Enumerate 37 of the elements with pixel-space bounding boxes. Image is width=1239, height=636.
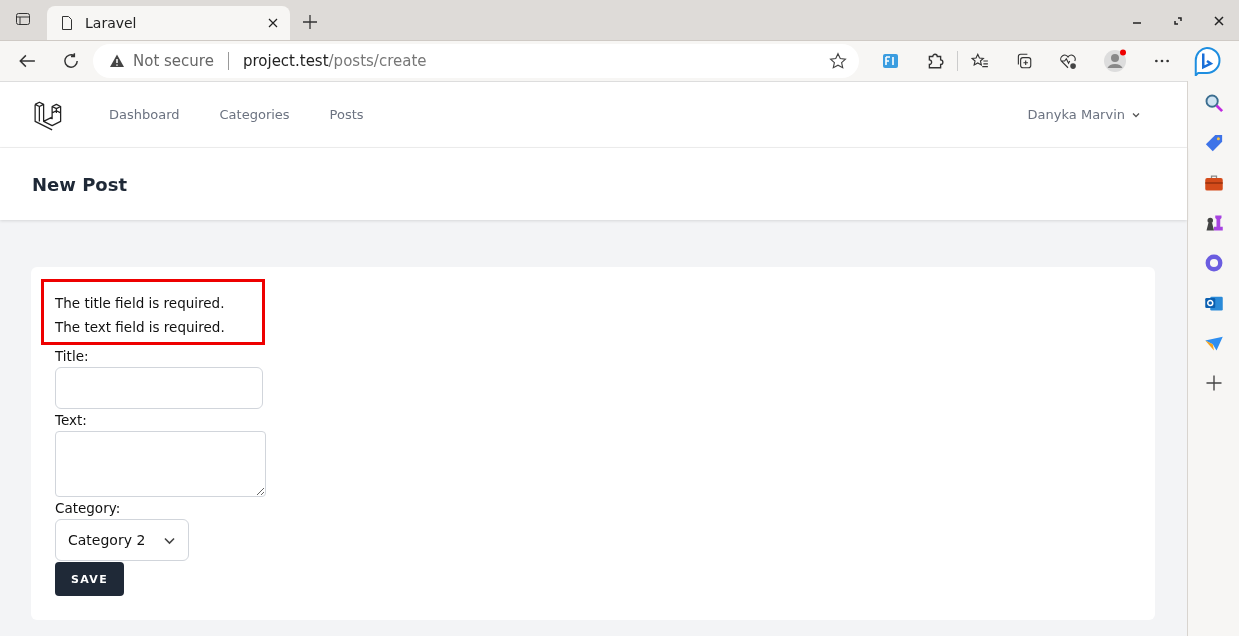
nav-link[interactable]: Dashboard — [109, 107, 180, 122]
user-menu-button[interactable]: Danyka Marvin — [1027, 107, 1141, 122]
warning-icon — [109, 53, 125, 69]
profile-avatar-icon[interactable] — [1103, 49, 1127, 73]
nav-link[interactable]: Posts — [329, 107, 364, 122]
title-input[interactable] — [55, 367, 263, 409]
tab-actions-icon[interactable] — [15, 11, 31, 27]
page-title: New Post — [32, 173, 128, 195]
url-text: project.test/posts/create — [242, 52, 427, 70]
restore-icon[interactable] — [1173, 16, 1183, 26]
security-label: Not secure — [133, 52, 214, 70]
field-label: Category: — [55, 499, 122, 518]
nav-link[interactable]: Categories — [219, 107, 290, 122]
close-icon[interactable] — [1214, 16, 1224, 26]
field-label: Title: — [55, 347, 90, 366]
tag-icon[interactable] — [1203, 133, 1224, 153]
favorites-icon[interactable] — [971, 52, 989, 70]
bing-chat-icon[interactable] — [1192, 46, 1222, 76]
field-label: Text: — [55, 411, 88, 430]
back-icon[interactable] — [18, 52, 36, 70]
collections-icon[interactable] — [1015, 52, 1033, 70]
search-icon[interactable] — [1203, 93, 1224, 113]
address-bar[interactable]: Not secure project.test/posts/create — [93, 44, 859, 78]
error-message: The text field is required. — [55, 318, 226, 337]
category-select[interactable]: Category 2 — [55, 519, 189, 561]
new-tab-icon[interactable] — [302, 14, 318, 30]
error-message: The title field is required. — [55, 294, 226, 313]
close-icon[interactable] — [268, 18, 278, 28]
star-icon[interactable] — [829, 52, 847, 70]
heart-pulse-icon[interactable] — [1059, 52, 1077, 70]
page-icon — [59, 15, 75, 31]
reload-icon[interactable] — [62, 52, 80, 70]
browser-tab[interactable]: Laravel — [47, 6, 290, 40]
toolbox-icon[interactable] — [1203, 173, 1224, 193]
save-button[interactable]: SAVE — [55, 562, 124, 596]
puzzle-icon[interactable] — [926, 52, 944, 70]
tab-title: Laravel — [85, 15, 138, 31]
